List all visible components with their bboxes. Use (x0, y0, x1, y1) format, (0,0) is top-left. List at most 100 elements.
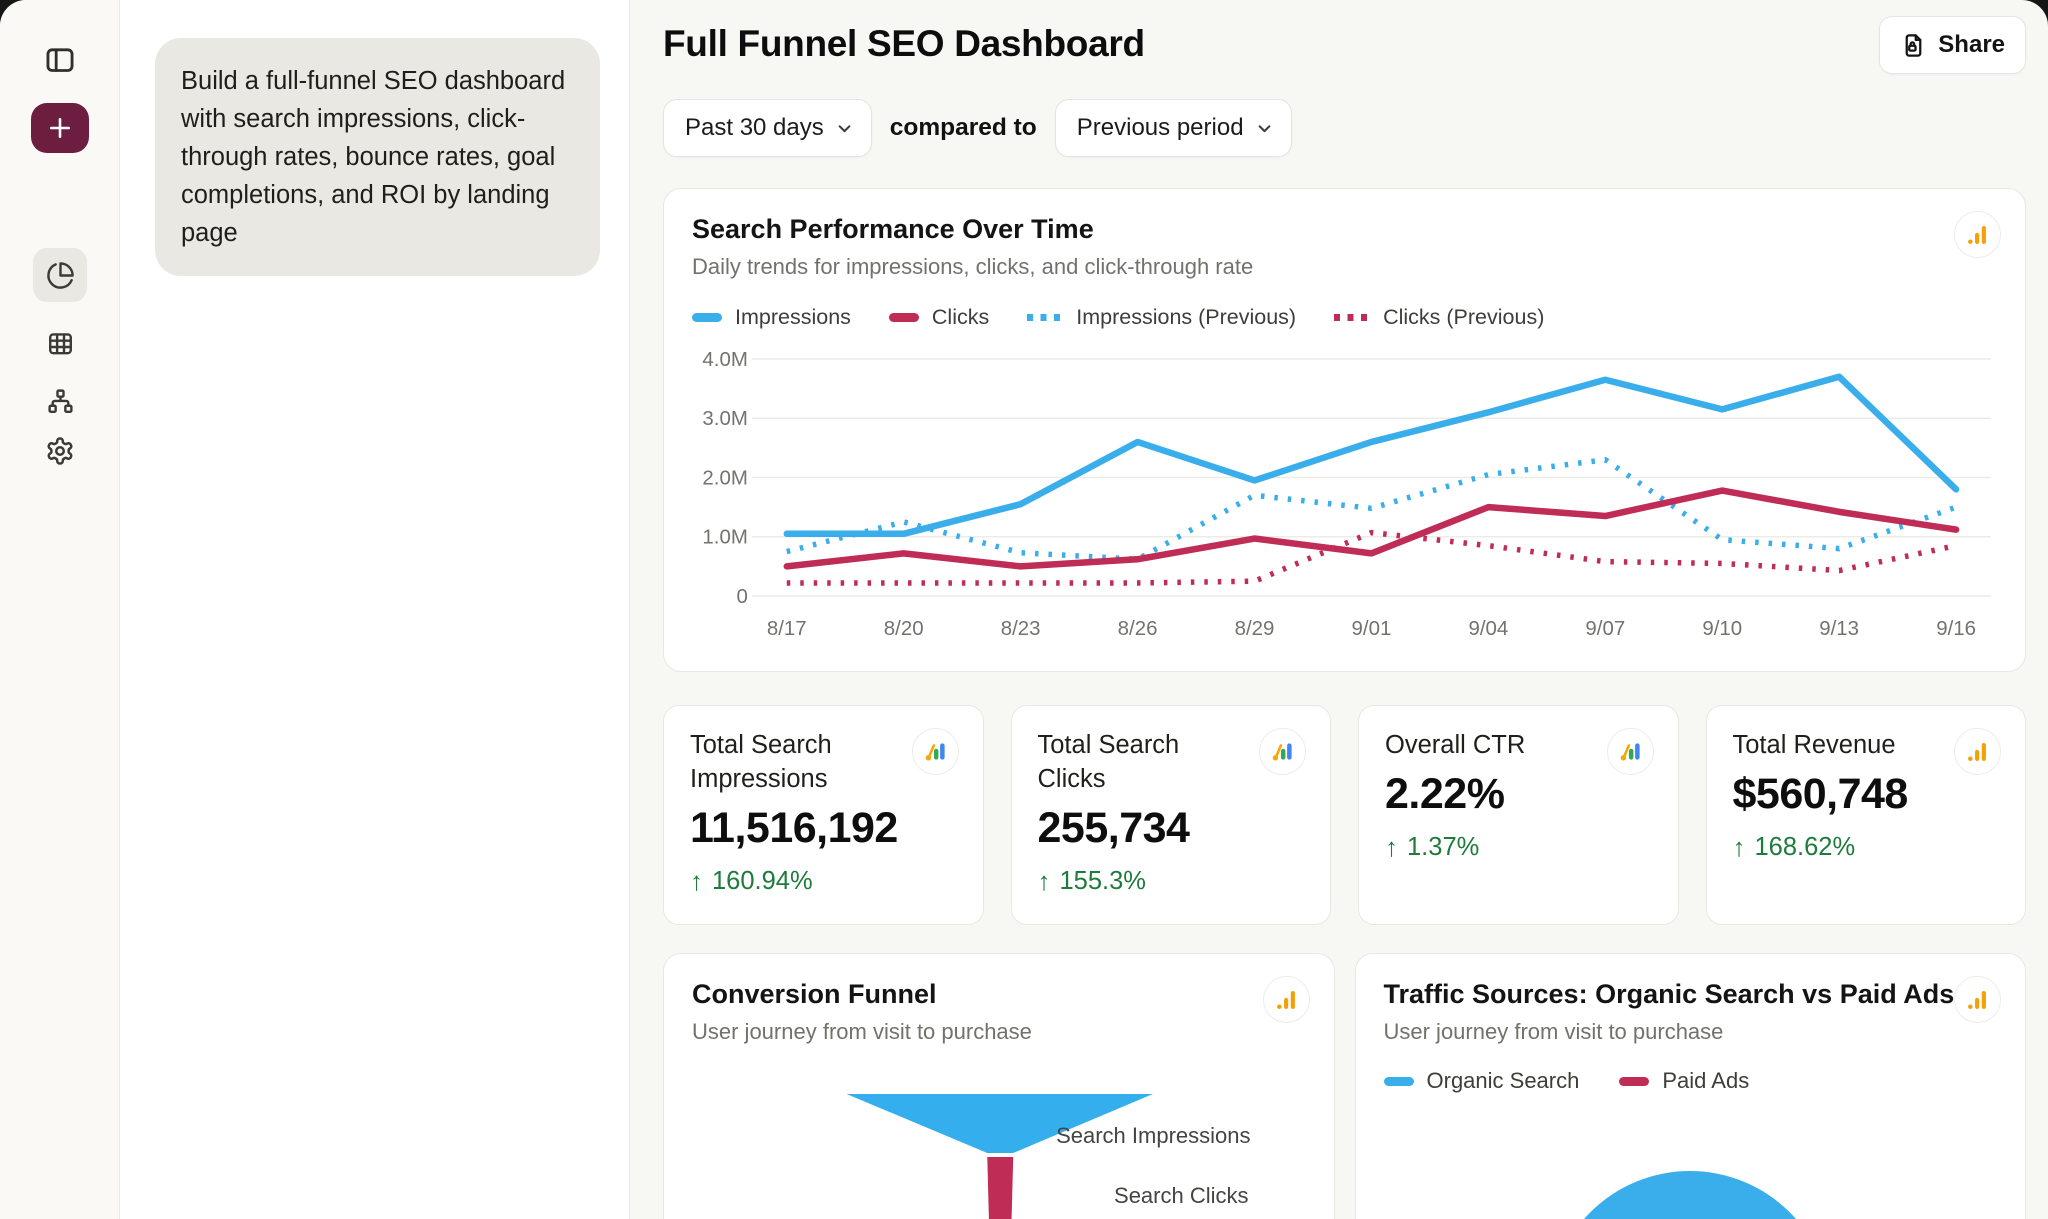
header: Full Funnel SEO Dashboard Share (663, 0, 2026, 78)
sidebar-item-charts[interactable] (33, 248, 87, 302)
sidebar-item-table[interactable] (33, 316, 87, 370)
pie-chart[interactable] (1549, 1171, 1831, 1219)
legend-item[interactable]: Impressions (692, 305, 851, 330)
legend-label: Impressions (735, 305, 851, 330)
new-dashboard-button[interactable] (31, 103, 89, 153)
funnel-stage-clicks[interactable] (987, 1157, 1013, 1219)
bar-chart-orange-icon[interactable] (1954, 976, 2001, 1023)
legend-item[interactable]: Clicks (Previous) (1334, 305, 1544, 330)
analytics-multicolor-icon[interactable] (1259, 728, 1306, 775)
delta-value: 168.62% (1755, 833, 1856, 862)
stat-delta: ↑ 155.3% (1038, 866, 1305, 897)
card-title: Traffic Sources: Organic Search vs Paid … (1384, 979, 1998, 1010)
analytics-multicolor-icon[interactable] (1607, 728, 1654, 775)
up-arrow-icon: ↑ (690, 866, 703, 897)
legend-label: Clicks (Previous) (1383, 305, 1544, 330)
stat-value: 11,516,192 (690, 804, 957, 853)
sidebar-item-settings[interactable] (33, 424, 87, 478)
bar-chart-orange-icon[interactable] (1954, 211, 2001, 258)
x-axis-label: 8/29 (1235, 617, 1275, 640)
delta-value: 155.3% (1060, 867, 1147, 896)
stats-row: Total Search Impressions 11,516,192 ↑160.9… (663, 705, 2026, 925)
stat-value: 2.22% (1385, 770, 1652, 819)
stat-delta: ↑ 1.37% (1385, 832, 1652, 863)
stat-card: Overall CTR2.22%↑1.37% (1358, 705, 1679, 925)
conversion-funnel-card: Conversion Funnel User journey from visi… (663, 953, 1335, 1219)
delta-value: 1.37% (1407, 833, 1479, 862)
bar-chart-orange-icon[interactable] (1954, 728, 2001, 775)
card-title: Search Performance Over Time (692, 214, 1997, 245)
stat-delta: ↑ 168.62% (1733, 832, 2000, 863)
stat-label: Total Search Impressions (690, 728, 905, 796)
legend-item[interactable]: Organic Search (1384, 1068, 1580, 1094)
funnel-chart[interactable]: Search Impressions Search Clicks (664, 1094, 1334, 1219)
stat-value: 255,734 (1038, 804, 1305, 853)
legend-chip (1619, 1077, 1649, 1086)
x-axis-label: 8/17 (767, 617, 807, 640)
search-performance-card: Search Performance Over Time Daily trend… (663, 188, 2026, 672)
legend-item[interactable]: Paid Ads (1619, 1068, 1749, 1094)
series-clicks[interactable] (787, 491, 1956, 567)
legend-item[interactable]: Clicks (889, 305, 989, 330)
card-title: Conversion Funnel (692, 979, 1306, 1010)
y-axis-label: 2.0M (702, 466, 747, 489)
x-axis-label: 8/23 (1001, 617, 1041, 640)
compare-period-dropdown[interactable]: Previous period (1055, 99, 1292, 157)
series-impressions-previous-[interactable] (787, 460, 1956, 560)
y-axis-label: 3.0M (702, 407, 747, 430)
stat-value: $560,748 (1733, 770, 2000, 819)
sidebar-toggle-button[interactable] (38, 38, 82, 82)
stat-delta: ↑160.94% (690, 866, 957, 897)
sitemap-icon (46, 387, 75, 416)
legend-label: Impressions (Previous) (1076, 305, 1296, 330)
stat-label: Total Revenue (1733, 728, 1948, 762)
share-button[interactable]: Share (1879, 16, 2026, 74)
legend-chip (692, 313, 722, 322)
app-window: Build a full-funnel SEO dashboard with s… (0, 0, 2048, 1219)
sidebar (0, 0, 120, 1219)
sidebar-item-flow[interactable] (33, 374, 87, 428)
share-label: Share (1938, 31, 2005, 59)
legend-chip (889, 313, 919, 322)
legend-label: Paid Ads (1662, 1068, 1749, 1094)
y-axis-label: 0 (736, 585, 747, 608)
main-content: Full Funnel SEO Dashboard Share Past 30 … (630, 0, 2048, 1219)
up-arrow-icon: ↑ (1385, 832, 1398, 863)
x-axis-label: 9/16 (1936, 617, 1976, 640)
user-prompt-bubble: Build a full-funnel SEO dashboard with s… (155, 38, 600, 276)
chevron-down-icon (834, 118, 855, 139)
up-arrow-icon: ↑ (1733, 832, 1746, 863)
funnel-stage-label: Search Impressions (1056, 1123, 1250, 1149)
legend-label: Organic Search (1427, 1068, 1580, 1094)
legend-chip-dotted (1334, 314, 1370, 321)
gear-icon (45, 436, 75, 466)
bar-chart-orange-icon[interactable] (1263, 976, 1310, 1023)
y-axis-label: 4.0M (702, 348, 747, 371)
compare-period-value: Previous period (1077, 114, 1244, 142)
funnel-stage-label: Search Clicks (1114, 1183, 1248, 1209)
x-axis-label: 9/10 (1702, 617, 1742, 640)
traffic-sources-card: Traffic Sources: Organic Search vs Paid … (1355, 953, 2027, 1219)
x-axis-label: 9/04 (1468, 617, 1508, 640)
y-axis-label: 1.0M (702, 526, 747, 549)
stat-card: Total Revenue $560,748 ↑ 168.62% (1706, 705, 2027, 925)
line-chart[interactable]: 01.0M2.0M3.0M4.0M8/178/208/238/268/299/0… (692, 342, 1997, 642)
stat-label: Total Search Clicks (1038, 728, 1253, 796)
compared-to-label: compared to (890, 114, 1037, 142)
date-range-dropdown[interactable]: Past 30 days (663, 99, 872, 157)
chart-legend: Organic Search Paid Ads (1384, 1068, 1998, 1094)
date-range-value: Past 30 days (685, 114, 824, 142)
stat-card: Total Search Clicks 255,734 ↑ 155.3% (1011, 705, 1332, 925)
file-lock-icon (1900, 32, 1927, 59)
stat-card: Total Search Impressions 11,516,192 ↑160.9… (663, 705, 984, 925)
x-axis-label: 9/07 (1585, 617, 1625, 640)
x-axis-label: 8/20 (884, 617, 924, 640)
chart-legend: Impressions Clicks Impressions (Previous) C… (692, 305, 1997, 330)
up-arrow-icon: ↑ (1038, 866, 1051, 897)
analytics-multicolor-icon[interactable] (912, 728, 959, 775)
bottom-row: Conversion Funnel User journey from visi… (663, 953, 2026, 1219)
legend-chip-dotted (1027, 314, 1063, 321)
x-axis-label: 9/01 (1352, 617, 1392, 640)
chevron-down-icon (1254, 118, 1275, 139)
legend-item[interactable]: Impressions (Previous) (1027, 305, 1296, 330)
